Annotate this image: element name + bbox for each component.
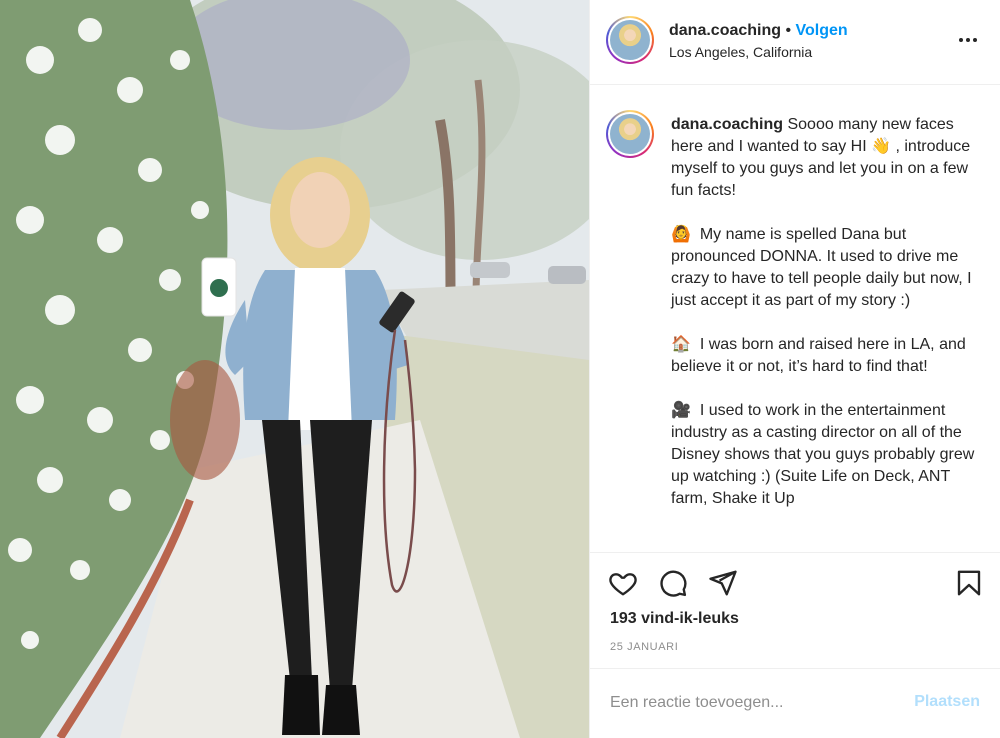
post-date[interactable]: 25 JANUARI bbox=[610, 641, 678, 653]
caption-avatar[interactable] bbox=[606, 110, 654, 158]
caption-username[interactable]: dana.coaching bbox=[671, 116, 783, 133]
post-detail-panel: dana.coaching • Volgen Los Angeles, Cali… bbox=[589, 0, 1000, 738]
heart-icon[interactable] bbox=[608, 568, 638, 598]
caption-area: dana.coaching Soooo many new faces here … bbox=[590, 86, 1000, 552]
bookmark-icon[interactable] bbox=[954, 568, 984, 598]
post-header: dana.coaching • Volgen Los Angeles, Cali… bbox=[590, 0, 1000, 85]
separator-dot: • bbox=[785, 22, 792, 39]
author-username[interactable]: dana.coaching bbox=[669, 22, 781, 39]
comment-input[interactable] bbox=[610, 691, 900, 715]
post-comment-button[interactable]: Plaatsen bbox=[914, 693, 980, 711]
more-horizontal-icon[interactable] bbox=[956, 28, 980, 52]
post-photo[interactable] bbox=[0, 0, 589, 738]
comment-box: Plaatsen bbox=[590, 668, 1000, 738]
paper-plane-icon[interactable] bbox=[708, 568, 738, 598]
comment-icon[interactable] bbox=[658, 568, 688, 598]
like-count[interactable]: 193 vind-ik-leuks bbox=[610, 610, 739, 628]
action-bar: 193 vind-ik-leuks 25 JANUARI bbox=[590, 552, 1000, 668]
post-location[interactable]: Los Angeles, California bbox=[669, 44, 812, 60]
caption-text: dana.coaching Soooo many new faces here … bbox=[671, 114, 987, 510]
post-photo-illustration bbox=[0, 0, 589, 738]
follow-button[interactable]: Volgen bbox=[796, 22, 848, 39]
caption-body: Soooo many new faces here and I wanted t… bbox=[671, 116, 975, 507]
author-avatar[interactable] bbox=[606, 16, 654, 64]
